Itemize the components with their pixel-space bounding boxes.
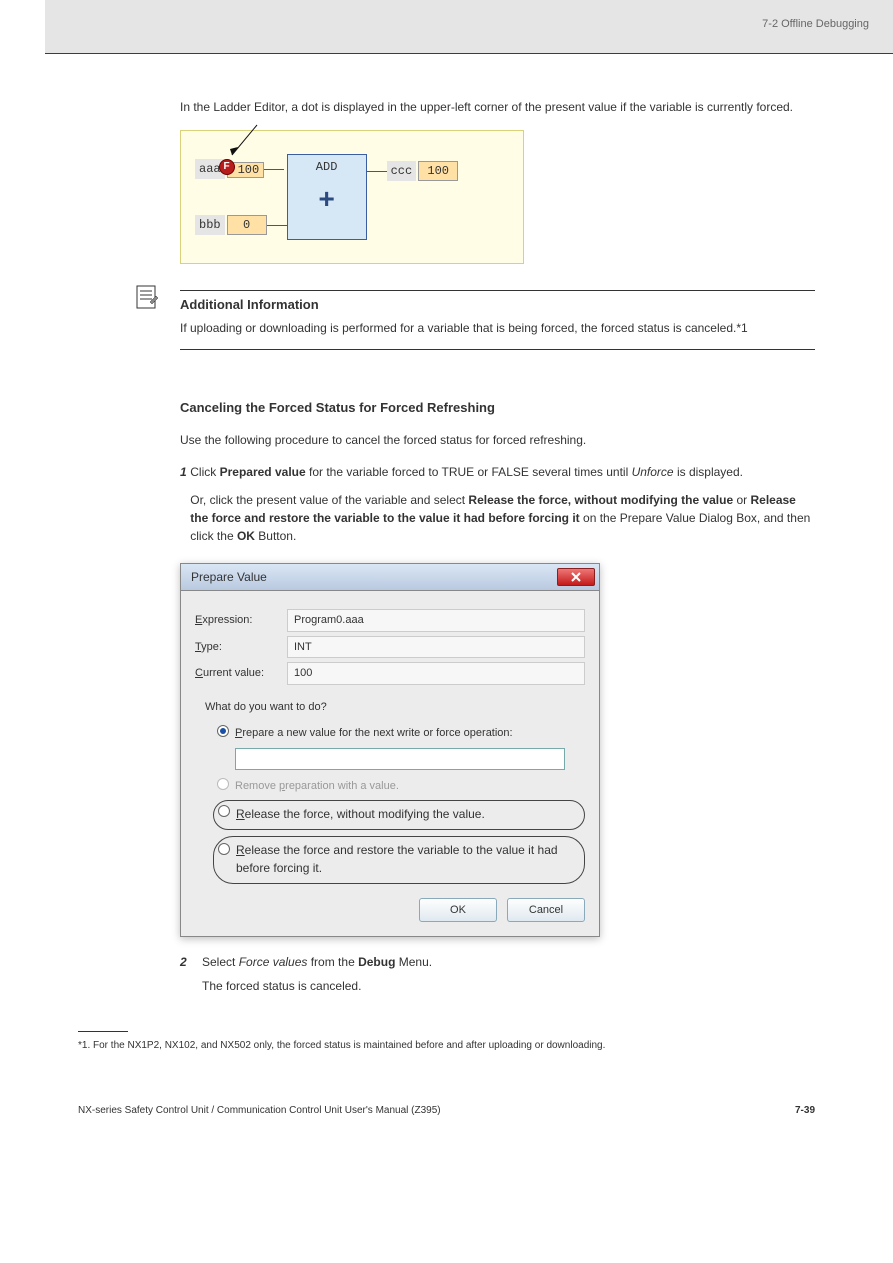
type-label: Type: [195, 639, 287, 656]
step-2: 2 Select Force values from the Debug Men… [180, 953, 815, 1001]
radio-release-restore[interactable]: Release the force and restore the variab… [213, 836, 585, 884]
block-title: ADD [316, 158, 338, 176]
note-icon [134, 284, 160, 310]
add-block: ADD + [287, 154, 367, 240]
type-value: INT [287, 636, 585, 659]
current-value: 100 [287, 662, 585, 685]
footnote-marker: *1. [78, 1040, 90, 1051]
step-1: 1 Click Prepared value for the variable … [180, 463, 815, 549]
step1-text: Click Prepared value for the variable fo… [190, 463, 815, 481]
section-label-right: 7-2 Offline Debugging [762, 16, 869, 33]
page-footer: NX-series Safety Control Unit / Communic… [0, 1083, 893, 1142]
footer-left: NX-series Safety Control Unit / Communic… [78, 1103, 441, 1118]
cancel-lead: Use the following procedure to cancel th… [180, 431, 815, 449]
input2-label: bbb [195, 215, 225, 235]
page-content: In the Ladder Editor, a dot is displayed… [0, 54, 893, 1083]
forced-badge-icon: F [219, 159, 235, 175]
ok-button[interactable]: OK [419, 898, 497, 922]
radio-release-keep[interactable]: Release the force, without modifying the… [213, 800, 585, 830]
step1-number: 1 [180, 463, 190, 549]
note-block: Additional Information If uploading or d… [134, 284, 815, 370]
dialog-question: What do you want to do? [205, 699, 585, 716]
radio-icon [217, 725, 229, 737]
cancel-button[interactable]: Cancel [507, 898, 585, 922]
footnote: *1. For the NX1P2, NX102, and NX502 only… [78, 1038, 815, 1053]
new-value-input[interactable] [235, 748, 565, 770]
step2-number: 2 [180, 953, 202, 1001]
close-icon [570, 571, 582, 583]
output-value: 100 [418, 161, 458, 181]
page-header: 7-2 Offline Debugging [45, 0, 893, 54]
note-body: If uploading or downloading is performed… [180, 319, 815, 337]
input2-value: 0 [227, 215, 267, 235]
step2-text: Select Force values from the Debug Menu. [202, 953, 432, 971]
cancel-heading: Canceling the Forced Status for Forced R… [180, 398, 815, 418]
function-block-diagram: aaa F 100 bbb 0 ADD + cc [180, 130, 524, 264]
radio-remove-prep: Remove preparation with a value. [217, 778, 585, 795]
radio-icon [217, 778, 229, 790]
plus-icon: + [318, 181, 335, 223]
expression-label: Expression: [195, 612, 287, 629]
current-value-label: Current value: [195, 665, 287, 682]
note-heading: Additional Information [180, 295, 815, 315]
output-label: ccc [387, 161, 417, 181]
footnote-text: For the NX1P2, NX102, and NX502 only, th… [93, 1040, 605, 1051]
expression-value: Program0.aaa [287, 609, 585, 632]
footer-right: 7-39 [795, 1103, 815, 1118]
intro-paragraph: In the Ladder Editor, a dot is displayed… [180, 98, 815, 116]
radio-icon [218, 805, 230, 817]
step1-or: Or, click the present value of the varia… [190, 491, 815, 545]
radio-icon [218, 843, 230, 855]
radio-prepare-new[interactable]: Prepare a new value for the next write o… [217, 725, 585, 742]
step2-result: The forced status is canceled. [202, 977, 432, 995]
prepare-value-dialog: Prepare Value Expression: Program0.aaa T… [180, 563, 600, 937]
close-button[interactable] [557, 568, 595, 586]
dialog-title: Prepare Value [191, 568, 267, 586]
footnote-rule [78, 1031, 128, 1032]
